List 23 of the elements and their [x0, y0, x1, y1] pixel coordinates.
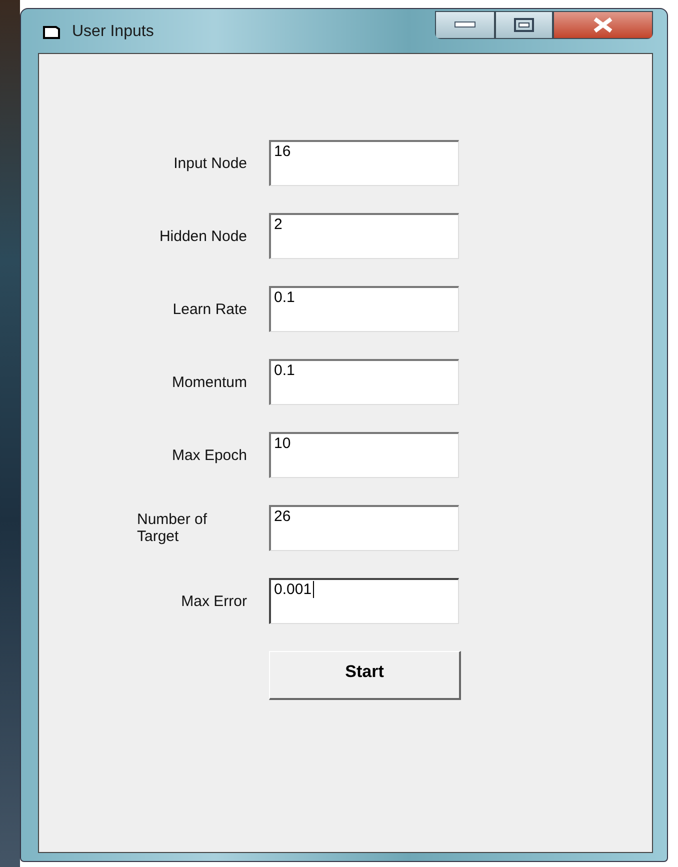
- close-button[interactable]: [553, 11, 653, 39]
- field-label: Input Node: [174, 154, 247, 172]
- field-label: Learn Rate: [172, 300, 247, 318]
- input-field[interactable]: 2: [269, 213, 459, 259]
- start-button[interactable]: Start: [269, 651, 461, 700]
- input-field[interactable]: 0.1: [269, 286, 459, 332]
- input-field[interactable]: 0.001: [269, 578, 459, 624]
- field-label: Number of Target: [137, 511, 208, 545]
- input-field[interactable]: 16: [269, 140, 459, 186]
- field-label: Max Error: [181, 592, 247, 610]
- close-icon: [592, 17, 614, 33]
- input-field[interactable]: 10: [269, 432, 459, 478]
- field-label: Max Epoch: [172, 446, 247, 464]
- minimize-button[interactable]: [435, 11, 495, 39]
- field-label: Hidden Node: [159, 228, 247, 244]
- input-field[interactable]: 0.1: [269, 359, 459, 405]
- window-icon: [42, 24, 62, 40]
- maximize-button[interactable]: [495, 11, 553, 39]
- window-title: User Inputs: [72, 23, 154, 41]
- input-field[interactable]: 26: [269, 505, 459, 551]
- maximize-icon: [514, 18, 534, 32]
- field-label: Momentum: [172, 374, 247, 390]
- minimize-icon: [454, 21, 476, 29]
